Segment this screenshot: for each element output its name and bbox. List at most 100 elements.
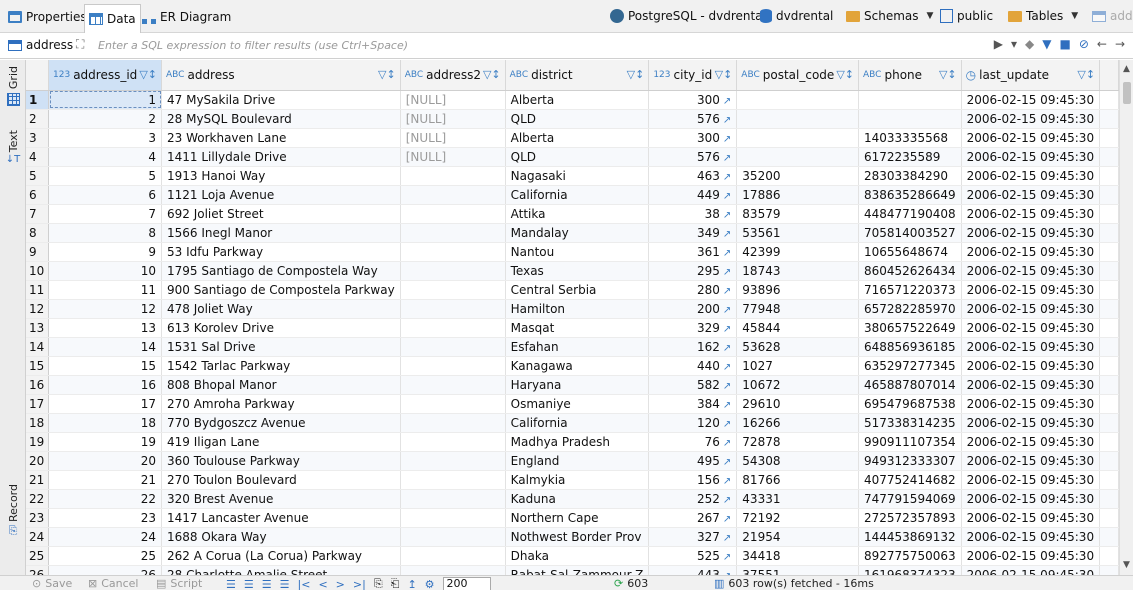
table-cell-postal_code[interactable]: 1027 [736,356,859,376]
results-grid[interactable]: 123 address_id ▽↕ ABC address ▽↕ ABC address2 ▽↕… [26,60,1119,575]
row-number[interactable]: 10 [26,261,50,281]
table-cell-district[interactable]: England [505,451,650,471]
table-cell-address_id[interactable]: 21 [48,470,162,490]
table-cell-address_id[interactable]: 19 [48,432,162,452]
table-cell-postal_code[interactable] [736,147,859,167]
table-cell-city_id[interactable]: 156 ↗ [648,470,738,490]
column-header-city_id[interactable]: 123 city_id ▽↕ [648,60,738,91]
open-link-icon[interactable]: ↗ [723,115,731,126]
settings-gear-icon[interactable]: ⚙ [425,578,435,590]
table-cell-postal_code[interactable]: 29610 [736,394,859,414]
row-number[interactable]: 2 [26,109,50,129]
table-cell-address2[interactable] [400,375,506,395]
table-cell-last_update[interactable]: 2006-02-15 09:45:30 [961,451,1101,471]
row-number[interactable]: 20 [26,451,50,471]
row-number[interactable]: 26 [26,565,50,575]
table-cell-city_id[interactable]: 449 ↗ [648,185,738,205]
table-cell-postal_code[interactable]: 72192 [736,508,859,528]
delete-row-icon[interactable]: ☰ [280,578,290,590]
table-cell-phone[interactable]: 407752414682 [858,470,962,490]
row-number[interactable]: 3 [26,128,50,148]
table-cell-address2[interactable] [400,356,506,376]
table-row[interactable]: 22 22 320 Brest Avenue Kaduna 252 ↗ 43331 74779… [26,489,1119,509]
table-cell-district[interactable]: Kanagawa [505,356,650,376]
column-header-last_update[interactable]: ◷ last_update ▽↕ [961,60,1101,91]
open-link-icon[interactable]: ↗ [723,400,731,411]
connection-selector[interactable]: PostgreSQL - dvdrental [610,4,766,28]
export-icon[interactable]: ⎘ [374,577,383,590]
table-cell-address_id[interactable]: 4 [48,147,162,167]
table-cell-postal_code[interactable]: 53628 [736,337,859,357]
table-cell-address[interactable]: 1411 Lillydale Drive [161,147,401,167]
table-cell-address2[interactable] [400,413,506,433]
add-row-icon[interactable]: ☰ [244,578,254,590]
open-link-icon[interactable]: ↗ [723,495,731,506]
table-cell-address[interactable]: 1417 Lancaster Avenue [161,508,401,528]
row-number[interactable]: 18 [26,413,50,433]
table-row[interactable]: 10 10 1795 Santiago de Compostela Way Texas… [26,261,1119,281]
row-number[interactable]: 5 [26,166,50,186]
row-number[interactable]: 6 [26,185,50,205]
table-cell-address_id[interactable]: 2 [48,109,162,129]
table-cell-last_update[interactable]: 2006-02-15 09:45:30 [961,432,1101,452]
row-number[interactable]: 17 [26,394,50,414]
row-number[interactable]: 11 [26,280,50,300]
table-cell-district[interactable]: Alberta [505,90,650,110]
table-cell-district[interactable]: Nothwest Border Prov [505,527,650,547]
table-cell-city_id[interactable]: 280 ↗ [648,280,738,300]
record-view-tab[interactable]: Record ⎘ [3,484,23,538]
table-cell-last_update[interactable]: 2006-02-15 09:45:30 [961,185,1101,205]
script-button[interactable]: ▤ Script [156,577,202,590]
table-cell-city_id[interactable]: 576 ↗ [648,109,738,129]
clear-filter-icon[interactable]: ◆ [1025,37,1034,51]
table-cell-address2[interactable] [400,185,506,205]
table-cell-last_update[interactable]: 2006-02-15 09:45:30 [961,109,1101,129]
row-number[interactable]: 4 [26,147,50,167]
table-cell-postal_code[interactable]: 45844 [736,318,859,338]
table-cell-postal_code[interactable] [736,90,859,110]
grid-view-tab[interactable]: Grid [3,66,23,107]
table-cell-city_id[interactable]: 162 ↗ [648,337,738,357]
table-cell-phone[interactable]: 860452626434 [858,261,962,281]
table-cell-address2[interactable] [400,470,506,490]
row-number[interactable]: 25 [26,546,50,566]
table-cell-phone[interactable]: 695479687538 [858,394,962,414]
table-cell-phone[interactable]: 838635286649 [858,185,962,205]
row-number[interactable]: 24 [26,527,50,547]
save-button[interactable]: ⊙ Save [32,577,72,590]
tab-properties[interactable]: Properties [4,4,91,30]
expand-filter-icon[interactable]: ⛶ [76,37,90,51]
table-cell-address[interactable]: 262 A Corua (La Corua) Parkway [161,546,401,566]
refresh-button[interactable]: ⟳ 603 [614,577,648,590]
table-cell-address2[interactable] [400,318,506,338]
filter-settings-icon[interactable]: ▼ [1042,37,1051,51]
table-cell-phone[interactable]: 705814003527 [858,223,962,243]
row-number[interactable]: 21 [26,470,50,490]
table-cell-last_update[interactable]: 2006-02-15 09:45:30 [961,470,1101,490]
column-header-phone[interactable]: ABC phone ▽↕ [858,60,962,91]
table-cell-city_id[interactable]: 295 ↗ [648,261,738,281]
table-cell-postal_code[interactable]: 93896 [736,280,859,300]
row-number[interactable]: 14 [26,337,50,357]
table-cell-address[interactable]: 28 MySQL Boulevard [161,109,401,129]
table-cell-city_id[interactable]: 252 ↗ [648,489,738,509]
row-number[interactable]: 22 [26,489,50,509]
column-header-address_id[interactable]: 123 address_id ▽↕ [48,60,162,91]
row-number[interactable]: 16 [26,375,50,395]
table-row[interactable]: 18 18 770 Bydgoszcz Avenue California 120 ↗ 16… [26,413,1119,433]
row-number[interactable]: 12 [26,299,50,319]
table-row[interactable]: 21 21 270 Toulon Boulevard Kalmykia 156 ↗ 8176… [26,470,1119,490]
table-cell-postal_code[interactable]: 83579 [736,204,859,224]
table-cell-city_id[interactable]: 327 ↗ [648,527,738,547]
next-page-icon[interactable]: > [336,578,345,590]
table-cell-address2[interactable]: [NULL] [400,90,506,110]
table-cell-address[interactable]: 1688 Okara Way [161,527,401,547]
open-link-icon[interactable]: ↗ [723,419,731,430]
table-cell-address2[interactable] [400,394,506,414]
table-cell-district[interactable]: Mandalay [505,223,650,243]
table-cell-phone[interactable]: 517338314235 [858,413,962,433]
table-selector[interactable]: addr [1092,4,1133,28]
table-cell-phone[interactable]: 657282285970 [858,299,962,319]
table-cell-address[interactable]: 900 Santiago de Compostela Parkway [161,280,401,300]
table-cell-phone[interactable]: 892775750063 [858,546,962,566]
